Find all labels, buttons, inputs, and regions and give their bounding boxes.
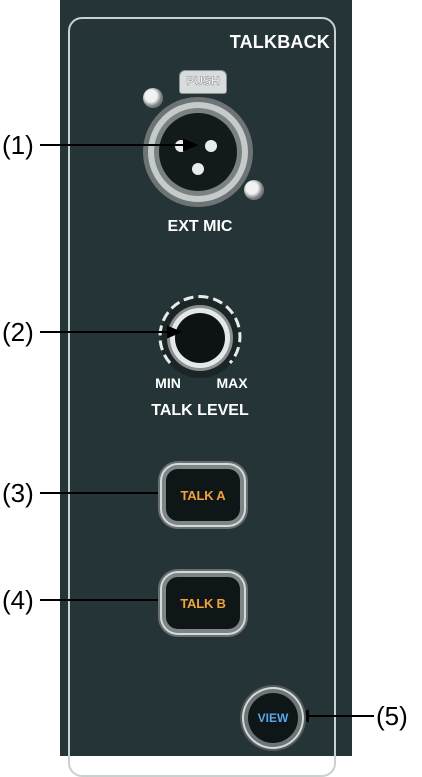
talk-level-label: TALK LEVEL (151, 402, 249, 419)
talk-a-button[interactable]: TALK A (166, 469, 240, 521)
talk-level-max-label: MAX (216, 375, 248, 391)
talk-a-label: TALK A (180, 487, 226, 503)
ext-mic-label: EXT MIC (167, 218, 233, 235)
callout-5: (5) (376, 701, 408, 731)
callout-2: (2) (2, 317, 34, 347)
talk-level-knob[interactable] (158, 295, 242, 378)
talk-b-label: TALK B (180, 595, 226, 611)
view-label: VIEW (257, 711, 289, 725)
panel-graphics (40, 97, 374, 723)
talk-b-button[interactable]: TALK B (166, 577, 240, 629)
callout-1: (1) (2, 130, 34, 160)
xlr-jack-icon[interactable] (143, 97, 253, 207)
callout-4: (4) (2, 585, 34, 615)
view-button[interactable]: VIEW (248, 693, 298, 743)
callout-3: (3) (2, 478, 34, 508)
talk-level-min-label: MIN (155, 375, 181, 391)
